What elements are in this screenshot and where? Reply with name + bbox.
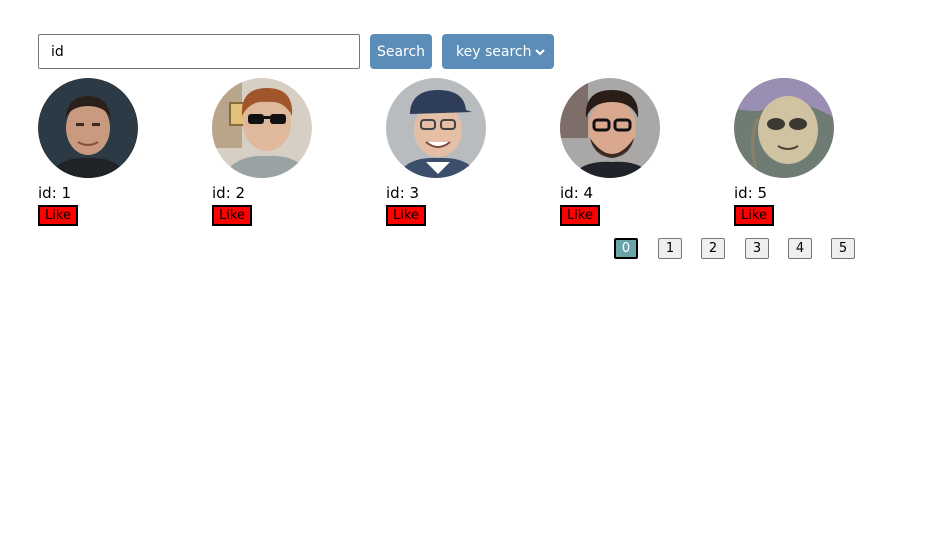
search-bar: Search key search [38,34,554,69]
page: Search key search [0,0,934,551]
like-button[interactable]: Like [212,205,252,226]
page-button[interactable]: 2 [701,238,725,259]
avatar [386,78,486,178]
pagination: 0 1 2 3 4 5 [614,238,874,260]
page-button-active[interactable]: 0 [614,238,638,259]
user-id-label: id: 1 [38,184,72,202]
user-card: id: 3 Like [386,78,506,226]
search-mode-selected-label: key search [456,43,532,60]
user-id-label: id: 5 [734,184,768,202]
page-button[interactable]: 4 [788,238,812,259]
avatar [734,78,834,178]
like-button[interactable]: Like [38,205,78,226]
search-button[interactable]: Search [370,34,432,69]
page-button[interactable]: 3 [745,238,769,259]
avatar [38,78,138,178]
page-button[interactable]: 5 [831,238,855,259]
like-button[interactable]: Like [734,205,774,226]
user-list: id: 1 Like id: 2 Like id: 3 Like id: 4 L… [38,78,908,228]
like-button[interactable]: Like [386,205,426,226]
chevron-down-icon [534,46,546,58]
like-button[interactable]: Like [560,205,600,226]
user-card: id: 4 Like [560,78,680,226]
user-card: id: 2 Like [212,78,332,226]
user-id-label: id: 3 [386,184,420,202]
search-input[interactable] [38,34,360,69]
search-mode-select[interactable]: key search [442,34,554,69]
user-id-label: id: 2 [212,184,246,202]
user-card: id: 1 Like [38,78,158,226]
avatar [212,78,312,178]
user-id-label: id: 4 [560,184,594,202]
page-button[interactable]: 1 [658,238,682,259]
user-card: id: 5 Like [734,78,854,226]
avatar [560,78,660,178]
